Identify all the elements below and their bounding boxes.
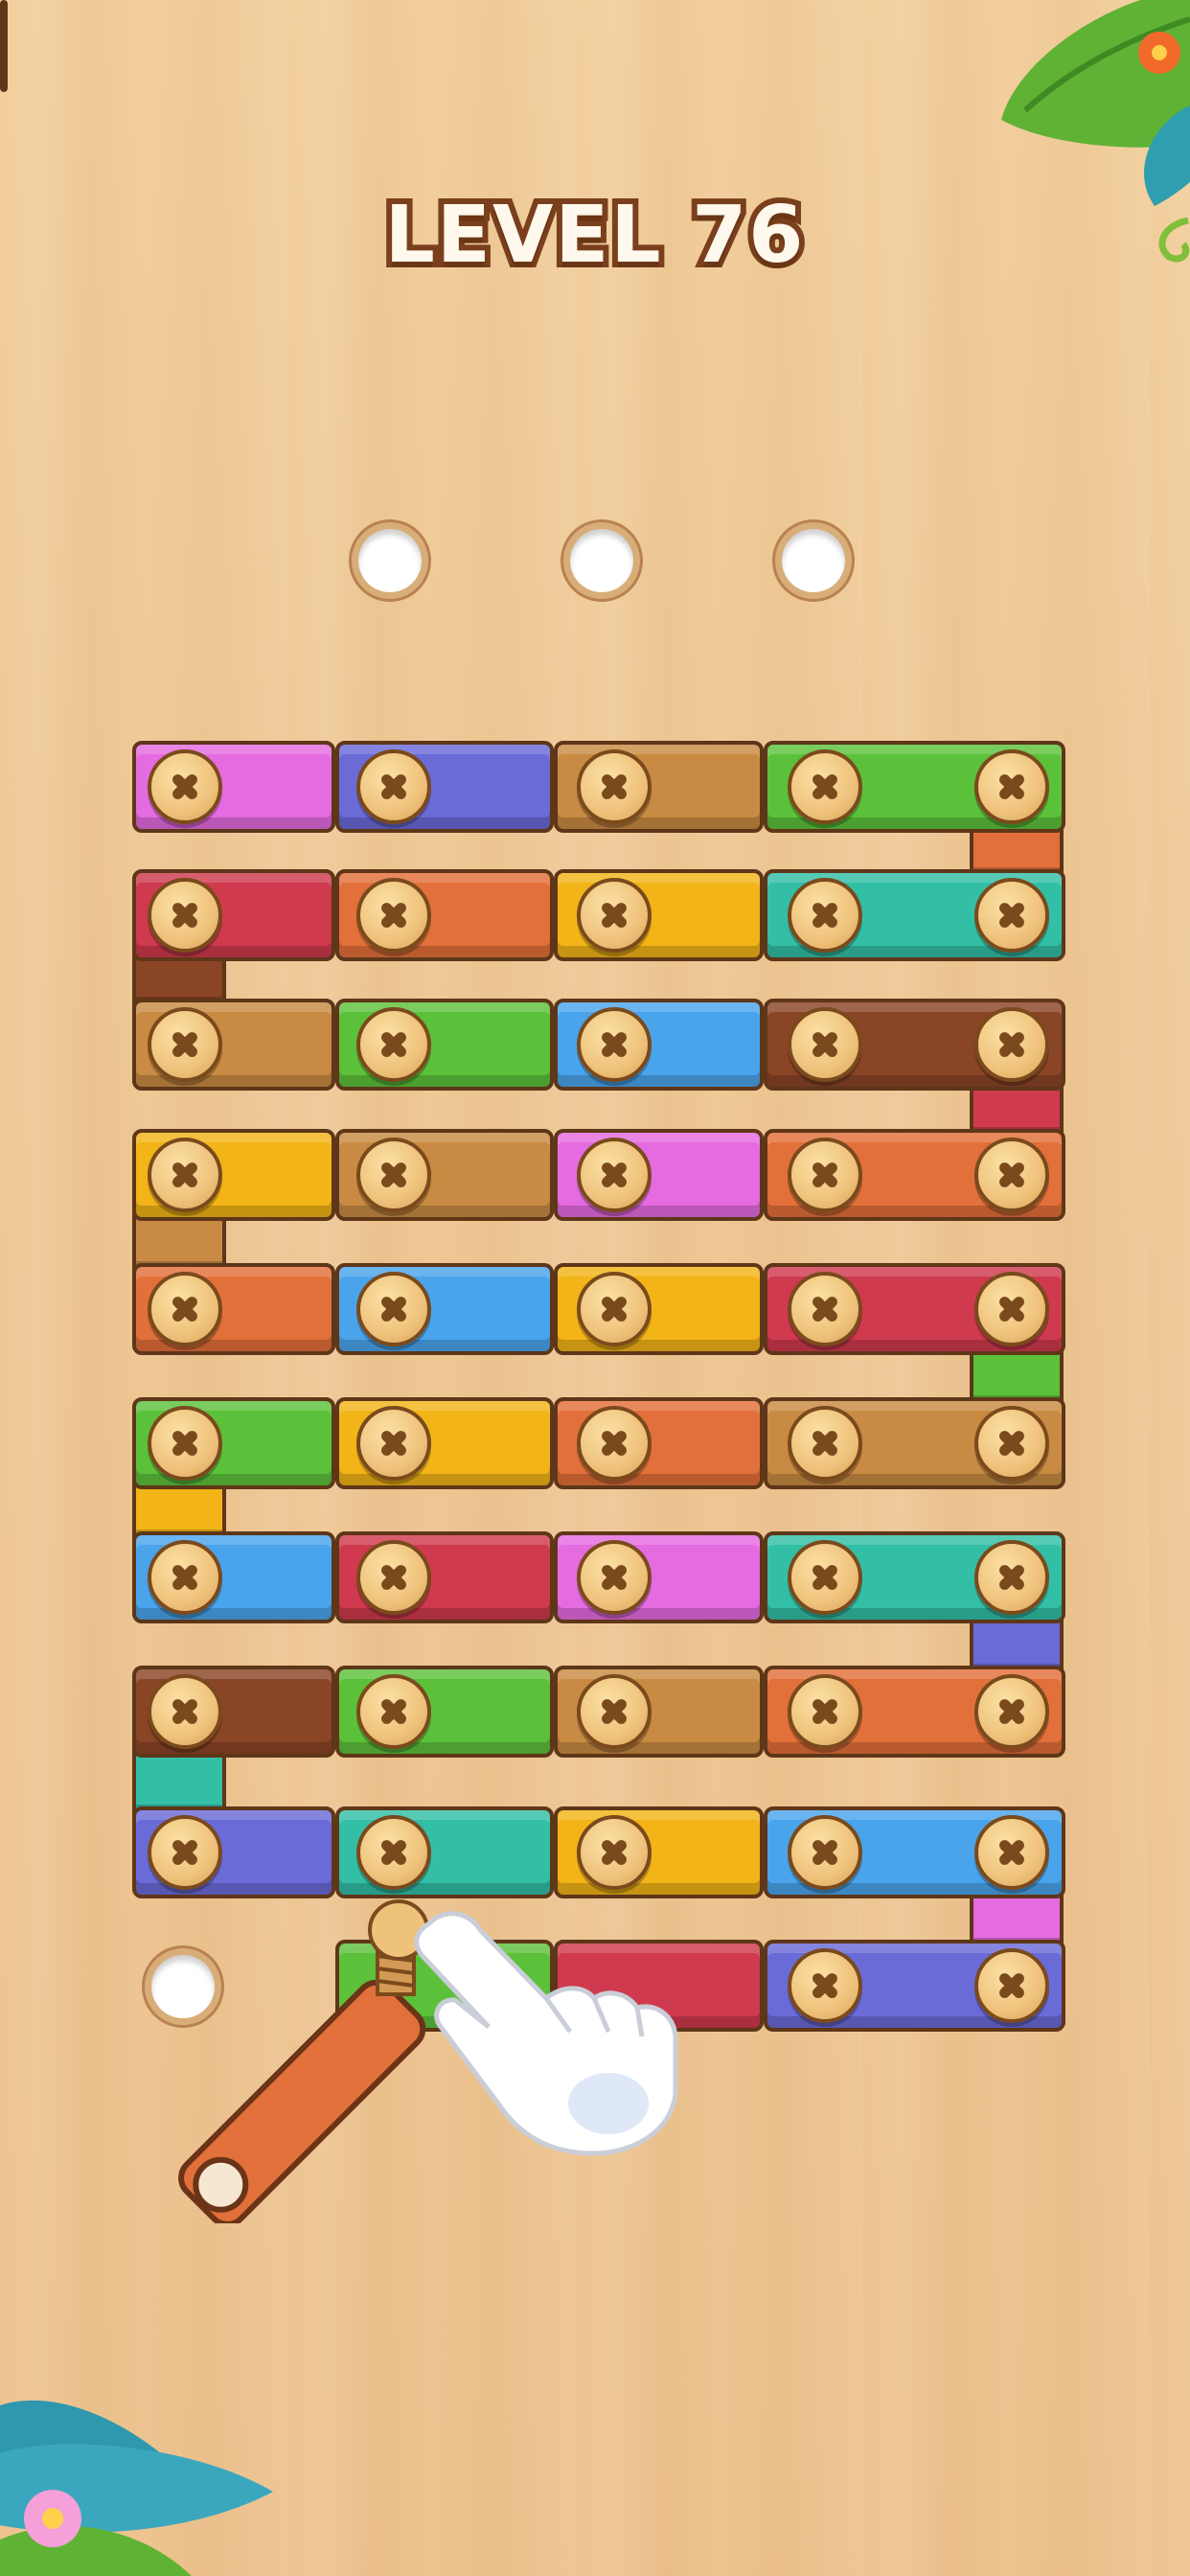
leaf-bottom-left-icon <box>0 2400 273 2576</box>
empty-screw-hole[interactable] <box>358 529 422 592</box>
screw-icon[interactable] <box>356 1540 431 1615</box>
screw-icon[interactable] <box>788 1540 862 1615</box>
screw-icon[interactable] <box>788 1138 862 1212</box>
screw-icon[interactable] <box>577 749 652 824</box>
screw-icon[interactable] <box>577 1674 652 1749</box>
colored-plank[interactable] <box>0 0 8 92</box>
screw-icon[interactable] <box>148 1138 222 1212</box>
screw-icon[interactable] <box>974 1406 1049 1481</box>
hand-pointer-icon <box>414 1911 678 2156</box>
screw-icon[interactable] <box>974 1007 1049 1082</box>
screw-icon[interactable] <box>356 1138 431 1212</box>
screw-icon[interactable] <box>356 1007 431 1082</box>
screw-icon[interactable] <box>788 1674 862 1749</box>
screw-icon[interactable] <box>356 1815 431 1890</box>
game-board: LEVEL 76 <box>0 0 1190 2576</box>
screw-icon[interactable] <box>974 1948 1049 2023</box>
screw-icon[interactable] <box>148 1815 222 1890</box>
screw-icon[interactable] <box>577 1138 652 1212</box>
screw-icon[interactable] <box>788 878 862 953</box>
screw-icon[interactable] <box>356 1272 431 1346</box>
screw-icon[interactable] <box>148 1007 222 1082</box>
screw-icon[interactable] <box>974 1815 1049 1890</box>
screw-icon[interactable] <box>974 1138 1049 1212</box>
screw-icon[interactable] <box>356 1406 431 1481</box>
connector-plank <box>132 1213 226 1271</box>
connector-plank <box>970 1347 1064 1405</box>
screw-icon[interactable] <box>148 1540 222 1615</box>
screw-icon[interactable] <box>788 1815 862 1890</box>
screw-icon[interactable] <box>788 1007 862 1082</box>
screw-icon[interactable] <box>577 1815 652 1890</box>
screw-icon[interactable] <box>148 878 222 953</box>
connector-plank <box>132 1750 226 1814</box>
empty-screw-hole[interactable] <box>782 529 845 592</box>
connector-plank <box>132 1482 226 1539</box>
screw-icon[interactable] <box>788 1406 862 1481</box>
screw-icon[interactable] <box>356 1674 431 1749</box>
screw-icon[interactable] <box>788 1948 862 2023</box>
screw-icon[interactable] <box>974 749 1049 824</box>
screw-icon[interactable] <box>974 1540 1049 1615</box>
screw-icon[interactable] <box>577 878 652 953</box>
screw-icon[interactable] <box>974 1674 1049 1749</box>
screw-icon[interactable] <box>148 1272 222 1346</box>
connector-plank <box>970 1616 1064 1673</box>
screw-icon[interactable] <box>148 749 222 824</box>
empty-screw-hole[interactable] <box>570 529 633 592</box>
screw-icon[interactable] <box>577 1406 652 1481</box>
level-title: LEVEL 76 <box>379 184 810 287</box>
screw-icon[interactable] <box>788 749 862 824</box>
screw-icon[interactable] <box>577 1272 652 1346</box>
screw-icon[interactable] <box>356 749 431 824</box>
screw-icon[interactable] <box>577 1007 652 1082</box>
screw-icon[interactable] <box>788 1272 862 1346</box>
screw-icon[interactable] <box>356 878 431 953</box>
screw-icon[interactable] <box>577 1540 652 1615</box>
screw-icon[interactable] <box>148 1406 222 1481</box>
screw-icon[interactable] <box>148 1674 222 1749</box>
screw-icon[interactable] <box>974 1272 1049 1346</box>
screw-icon[interactable] <box>974 878 1049 953</box>
